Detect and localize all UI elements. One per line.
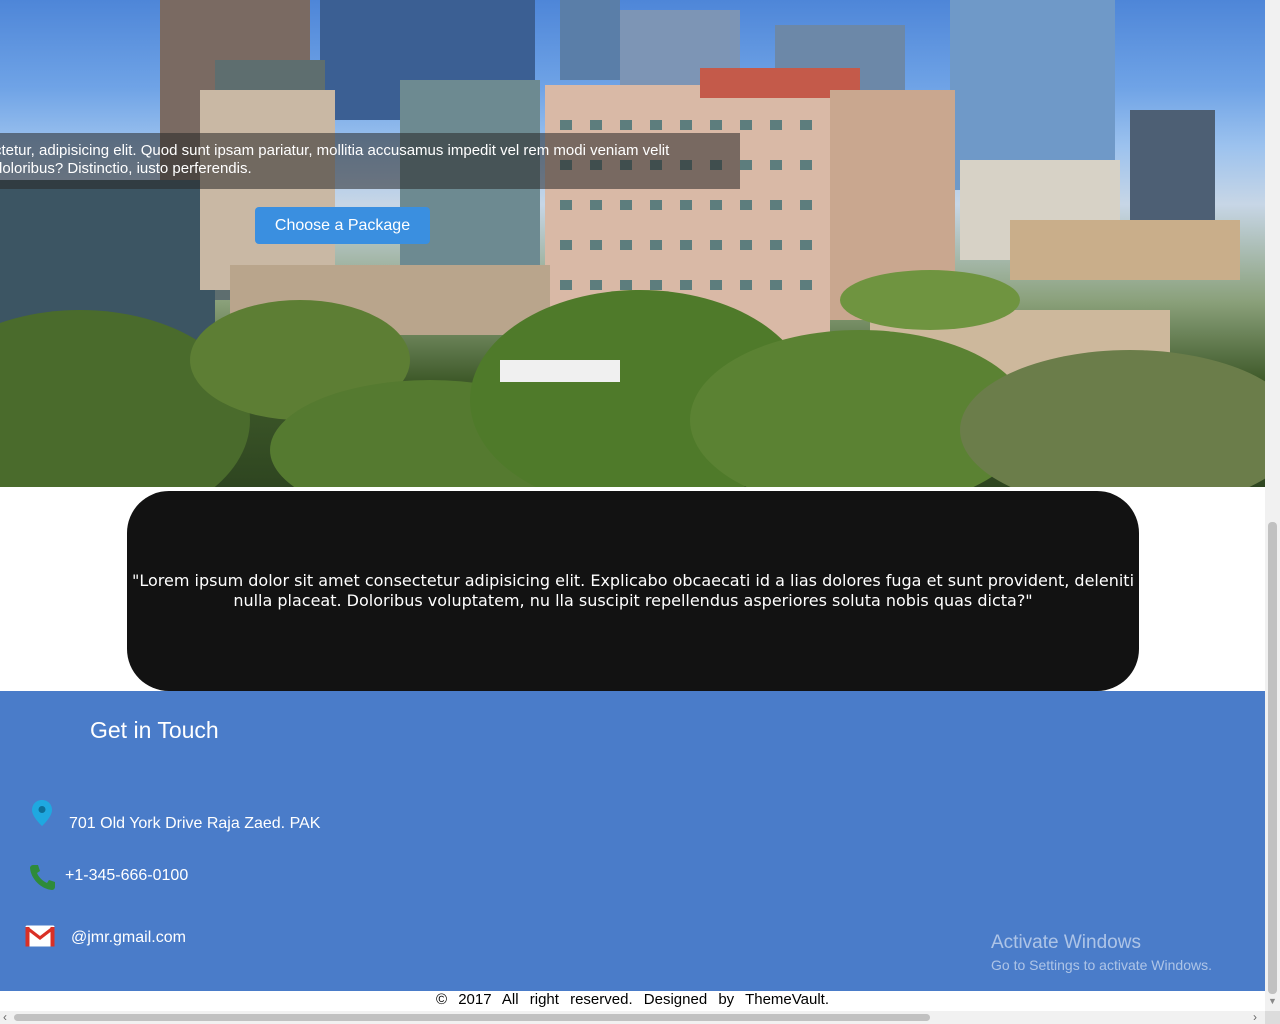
vertical-scrollbar-thumb[interactable] xyxy=(1268,522,1277,994)
contact-phone[interactable]: +1-345-666-0100 xyxy=(65,867,188,885)
watermark-title: Activate Windows xyxy=(991,932,1141,953)
city-skyline-image xyxy=(0,0,1265,487)
contact-email-row: @jmr.gmail.com xyxy=(25,925,186,952)
contact-address: 701 Old York Drive Raja Zaed. PAK xyxy=(69,814,321,832)
contact-address-row: 701 Old York Drive Raja Zaed. PAK xyxy=(31,799,320,832)
horizontal-scrollbar[interactable]: ‹ › xyxy=(0,1010,1265,1024)
contact-title: Get in Touch xyxy=(90,717,219,743)
phone-icon xyxy=(29,863,57,896)
vertical-scrollbar[interactable]: ▼ xyxy=(1265,0,1280,1011)
windows-activation-watermark: Activate Windows Go to Settings to activ… xyxy=(991,932,1212,973)
testimonial-quote-box: "Lorem ipsum dolor sit amet consectetur … xyxy=(127,491,1139,691)
hero-text-line-1: ctetur, adipisicing elit. Quod sunt ipsa… xyxy=(0,142,670,159)
horizontal-scrollbar-thumb[interactable] xyxy=(14,1014,930,1021)
contact-email[interactable]: @jmr.gmail.com xyxy=(71,929,186,947)
hero-overlay-text: ctetur, adipisicing elit. Quod sunt ipsa… xyxy=(0,133,740,189)
choose-package-button[interactable]: Choose a Package xyxy=(255,207,430,244)
map-pin-icon xyxy=(31,799,53,832)
scroll-left-arrow-icon[interactable]: ‹ xyxy=(3,1010,7,1024)
footer-copyright: © 2017 All right reserved. Designed by T… xyxy=(435,991,830,1008)
gmail-icon xyxy=(25,925,55,952)
hero-text-line-2: doloribus? Distinctio, iusto perferendis… xyxy=(0,160,252,177)
hero-section: ctetur, adipisicing elit. Quod sunt ipsa… xyxy=(0,0,1265,487)
scroll-down-arrow-icon[interactable]: ▼ xyxy=(1268,996,1277,1008)
contact-section: Get in Touch 701 Old York Drive Raja Zae… xyxy=(0,691,1265,991)
scroll-right-arrow-icon[interactable]: › xyxy=(1253,1010,1257,1024)
contact-phone-row: +1-345-666-0100 xyxy=(29,863,188,896)
watermark-subtitle: Go to Settings to activate Windows. xyxy=(991,957,1212,973)
scrollbar-corner xyxy=(1265,1011,1280,1024)
testimonial-quote-text: "Lorem ipsum dolor sit amet consectetur … xyxy=(131,571,1135,610)
